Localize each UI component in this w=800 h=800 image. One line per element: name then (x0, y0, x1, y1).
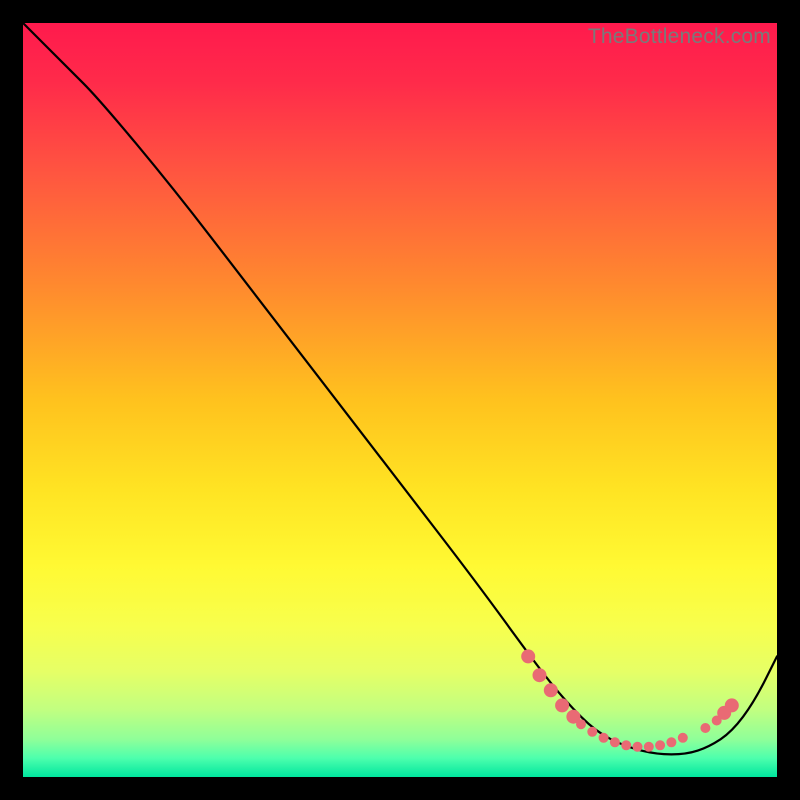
marker-dot (633, 742, 643, 752)
bottleneck-chart (23, 23, 777, 777)
marker-dot (555, 698, 569, 712)
chart-frame: TheBottleneck.com (23, 23, 777, 777)
marker-dot (678, 733, 688, 743)
marker-dot (587, 727, 597, 737)
marker-dot (621, 740, 631, 750)
marker-dot (533, 668, 547, 682)
marker-dot (610, 737, 620, 747)
marker-dot (700, 723, 710, 733)
marker-dot (666, 737, 676, 747)
watermark-text: TheBottleneck.com (588, 25, 771, 49)
marker-dot (544, 683, 558, 697)
marker-dot (576, 719, 586, 729)
marker-dot (644, 742, 654, 752)
gradient-background (23, 23, 777, 777)
marker-dot (599, 733, 609, 743)
marker-dot (655, 740, 665, 750)
marker-dot (521, 649, 535, 663)
marker-dot (725, 698, 739, 712)
